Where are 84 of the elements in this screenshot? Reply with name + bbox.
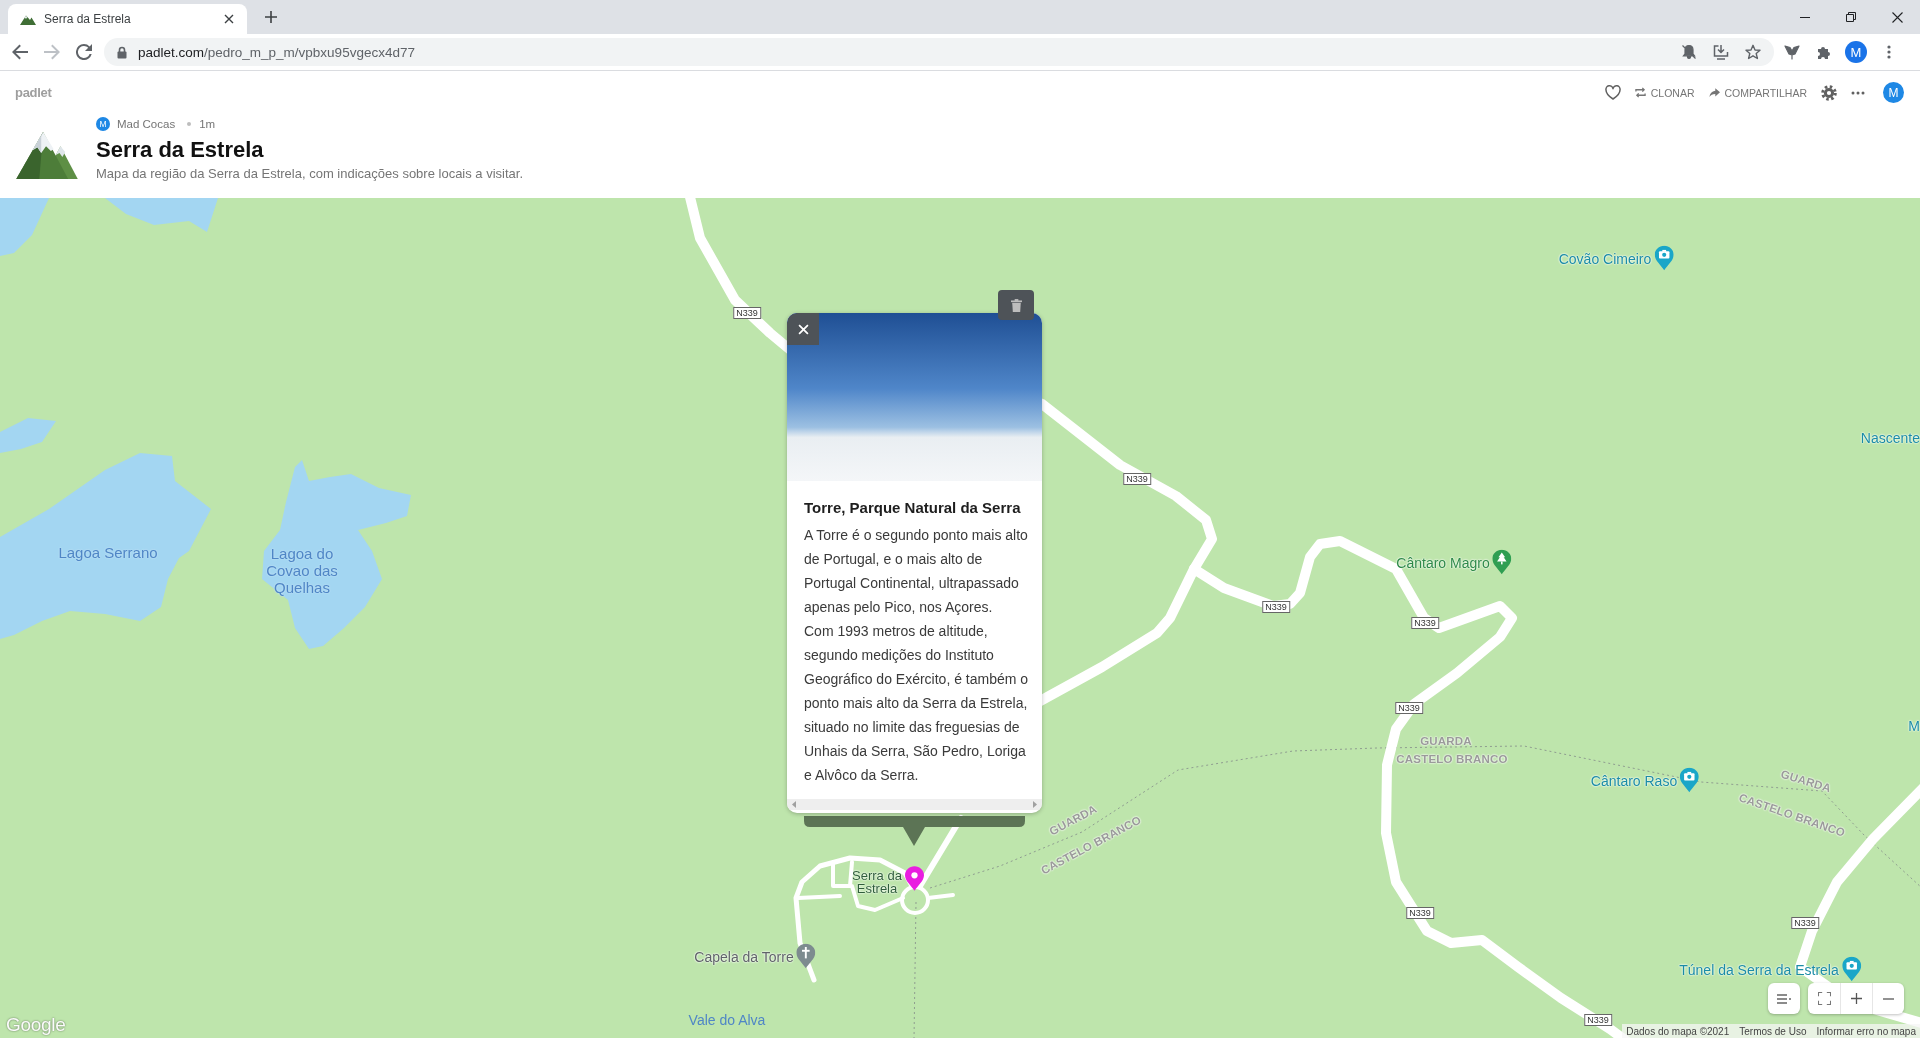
lake-label: Lagoa Serrano <box>58 543 158 561</box>
cross-pin-icon <box>796 943 816 969</box>
post-body-text: A Torre é o segundo ponto mais alto de Portugal, e o mais alto de Portugal Continental, ultrapassado apenas pelo Pico, nos Açores. <box>804 526 1029 617</box>
more-dots-icon <box>1851 90 1865 95</box>
plus-icon <box>265 11 277 23</box>
close-button[interactable] <box>787 313 819 345</box>
tree-pin-icon <box>1492 549 1512 575</box>
map-data-text: Dados do mapa ©2021 <box>1626 1025 1730 1037</box>
list-icon <box>1777 993 1791 1004</box>
scroll-right-icon <box>1033 801 1037 808</box>
lock-icon <box>117 45 127 59</box>
padlet-title: Serra da Estrela <box>96 136 265 164</box>
valley-label: Vale do Alva <box>688 1012 766 1028</box>
browser-tab[interactable]: Serra da Estrela <box>8 4 247 34</box>
v-shape-icon <box>1784 44 1800 60</box>
kebab-menu-icon <box>1887 45 1891 59</box>
plus-icon <box>1851 993 1862 1004</box>
legend-button[interactable] <box>1768 983 1800 1014</box>
fullscreen-icon <box>1817 992 1831 1005</box>
camera-pin-icon <box>1654 245 1674 271</box>
terms-link[interactable]: Termos de Uso <box>1739 1025 1807 1037</box>
camera-pin-icon <box>1841 956 1861 982</box>
road-number-label: N339 <box>1584 1014 1612 1026</box>
profile-avatar[interactable]: M <box>1845 41 1867 63</box>
camera-pin-icon <box>1680 767 1700 793</box>
tab-title: Serra da Estrela <box>44 12 132 26</box>
road-number-label: N339 <box>1262 601 1290 613</box>
map-place-label: Cântaro Magro <box>1396 554 1490 570</box>
close-icon <box>797 323 809 335</box>
install-icon <box>1713 44 1729 60</box>
author-avatar: M <box>96 117 110 131</box>
user-avatar[interactable]: M <box>1883 82 1904 103</box>
post-title: Torre, Parque Natural da Serra <box>803 498 1022 518</box>
author-name[interactable]: Mad Cocas <box>117 118 176 130</box>
padlet-description: Mapa da região da Serra da Estrela, com indicações sobre locais a visitar. <box>96 166 524 182</box>
road-number-label: N339 <box>733 307 761 319</box>
town-label: Serra da Estrela <box>851 869 903 895</box>
snowy-mountain-icon <box>16 129 78 179</box>
repeat-icon <box>1634 87 1646 98</box>
settings-icon <box>1821 84 1837 101</box>
lake <box>0 198 49 256</box>
forward-arrow-icon <box>44 44 60 60</box>
boundary-label: GUARDA <box>1420 735 1472 747</box>
heart-icon <box>1604 85 1621 100</box>
road-number-label: N339 <box>1791 917 1819 929</box>
minus-icon <box>1883 997 1894 1000</box>
post-body-text: Com 1993 metros de altitude, segundo medições do Instituto Geográfico do Exército, é também o ponto mais alto da Serra da Estrela, situado no limite das freguesias de Unhais da Serra, São Pedro, Loriga e Alvôco da Serra. <box>804 622 1029 785</box>
report-link[interactable]: Informar erro no mapa <box>1816 1025 1916 1037</box>
share-arrow-icon <box>1708 87 1720 98</box>
mountain-icon <box>20 13 36 25</box>
map-place-label: M <box>1908 718 1920 734</box>
url-text: padlet.com/pedro_m_p_m/vpbxu95vgecx4d77 <box>138 44 415 60</box>
map-place-label: Covão Cimeiro <box>1558 250 1652 266</box>
share-button[interactable]: COMPARTILHAR <box>1708 79 1807 106</box>
puzzle-icon <box>1816 44 1832 60</box>
delete-button[interactable] <box>998 290 1034 320</box>
back-arrow-icon <box>12 44 28 60</box>
close-icon <box>224 14 234 24</box>
minimize-icon <box>1800 16 1810 18</box>
trash-icon <box>1010 298 1022 312</box>
address-bar[interactable]: padlet.com/pedro_m_p_m/vpbxu95vgecx4d77 <box>104 38 1774 66</box>
bell-slash-icon <box>1681 44 1697 60</box>
clone-button[interactable]: CLONAR <box>1634 79 1695 106</box>
brand-wordmark[interactable]: padlet <box>15 85 52 100</box>
road-number-label: N339 <box>1411 617 1439 629</box>
map-place-label: Capela da Torre <box>694 948 794 964</box>
separator-dot-icon <box>187 122 192 126</box>
post-time: 1m <box>199 118 216 130</box>
map-place-label: Nascente <box>1860 430 1920 446</box>
map-place-label: Túnel da Serra da Estrela <box>1679 961 1839 977</box>
scroll-left-icon <box>792 801 796 808</box>
reload-icon <box>76 44 92 60</box>
road-number-label: N339 <box>1395 702 1423 714</box>
star-icon <box>1745 44 1761 60</box>
road-number-label: N339 <box>1406 907 1434 919</box>
lake-label: Lagoa do Covao das Quelhas <box>265 544 339 596</box>
boundary-label: CASTELO BRANCO <box>1396 753 1508 765</box>
roundabout <box>900 885 930 915</box>
close-icon <box>1891 11 1903 23</box>
map-place-label: Cântaro Raso <box>1590 772 1678 788</box>
horizontal-scrollbar[interactable] <box>787 799 1042 810</box>
restore-icon <box>1846 12 1856 22</box>
road-number-label: N339 <box>1123 473 1151 485</box>
map-pin-icon <box>905 866 924 891</box>
